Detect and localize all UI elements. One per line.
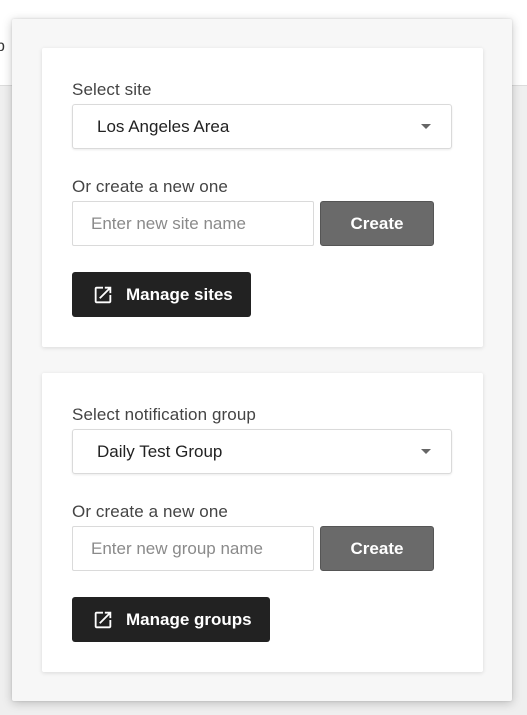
create-site-label: Or create a new one	[72, 177, 228, 196]
create-site-button-label: Create	[350, 213, 404, 233]
group-select-value: Daily Test Group	[97, 442, 223, 461]
open-in-new-icon	[92, 284, 114, 306]
select-group-label: Select notification group	[72, 405, 256, 424]
create-site-button[interactable]: Create	[320, 201, 434, 246]
new-group-input[interactable]	[72, 526, 314, 571]
group-card: Select notification group Daily Test Gro…	[42, 373, 483, 672]
manage-sites-label: Manage sites	[126, 284, 233, 304]
chevron-down-icon	[421, 449, 431, 454]
site-card: Select site Los Angeles Area Or create a…	[42, 48, 483, 347]
popup-panel: Select site Los Angeles Area Or create a…	[12, 19, 512, 701]
manage-groups-button[interactable]: Manage groups	[72, 597, 270, 642]
open-in-new-icon	[92, 609, 114, 631]
select-site-label: Select site	[72, 80, 152, 99]
create-group-button[interactable]: Create	[320, 526, 434, 571]
manage-groups-label: Manage groups	[126, 609, 252, 629]
new-site-input[interactable]	[72, 201, 314, 246]
site-select[interactable]: Los Angeles Area	[72, 104, 452, 149]
background-text: p	[0, 38, 5, 55]
group-select[interactable]: Daily Test Group	[72, 429, 452, 474]
create-group-button-label: Create	[350, 538, 404, 558]
manage-sites-button[interactable]: Manage sites	[72, 272, 251, 317]
chevron-down-icon	[421, 124, 431, 129]
create-group-label: Or create a new one	[72, 502, 228, 521]
site-select-value: Los Angeles Area	[97, 117, 230, 136]
